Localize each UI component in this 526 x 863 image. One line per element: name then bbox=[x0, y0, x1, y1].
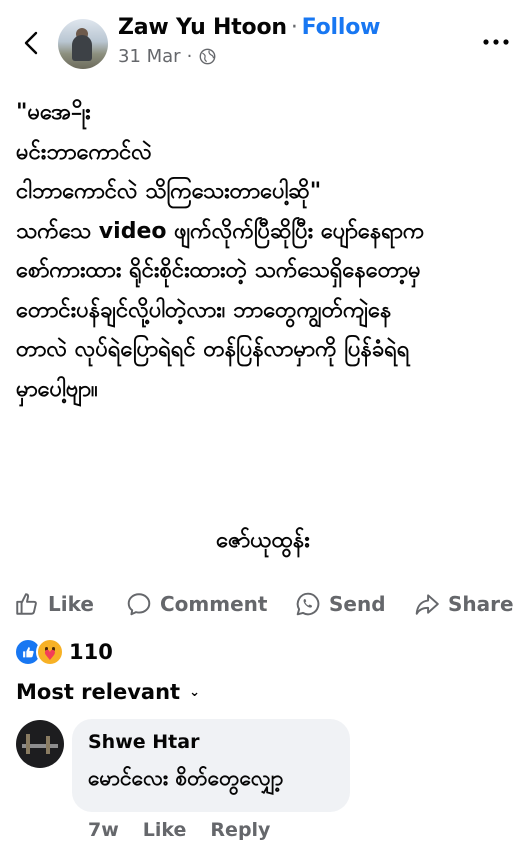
action-bar: Like Comment Send Share bbox=[0, 586, 526, 622]
post-signature: ဇော်ယုထွန်း bbox=[216, 528, 310, 553]
post-line: "မအေ-ိုး bbox=[16, 100, 91, 125]
comment-sort-dropdown[interactable]: Most relevant ⌄ bbox=[16, 680, 200, 704]
post-date[interactable]: 31 Mar bbox=[118, 46, 181, 67]
share-arrow-icon bbox=[415, 594, 439, 615]
separator-dot: · bbox=[290, 15, 298, 40]
back-button[interactable] bbox=[14, 26, 48, 60]
follow-button[interactable]: Follow bbox=[302, 15, 381, 40]
commenter-name[interactable]: Shwe Htar bbox=[88, 731, 199, 753]
sort-label: Most relevant bbox=[16, 680, 181, 704]
post-line: တောင်းပန်ချင်လို့ပါတဲ့လား၊ ဘာတွေကျွတ်ကျဲ… bbox=[16, 297, 392, 323]
share-label: Share bbox=[448, 592, 514, 616]
post-line: စော်ကားထား ရိုင်းစိုင်းထားတဲ့ သက်သေရှိနေ… bbox=[16, 258, 421, 283]
post-line: မှာပေါ့ဗျာ။ bbox=[16, 376, 98, 402]
reaction-count: 110 bbox=[69, 640, 113, 664]
chevron-down-icon: ⌄ bbox=[189, 684, 200, 700]
post-line: ငါဘာကောင်လဲ သိကြသေးတာပေါ့ဆို" bbox=[16, 179, 322, 204]
like-label: Like bbox=[48, 592, 94, 616]
commenter-avatar[interactable] bbox=[16, 720, 64, 768]
send-button[interactable]: Send bbox=[295, 586, 386, 622]
post-line: မင်းဘာကောင်လဲ bbox=[16, 139, 152, 165]
like-button[interactable]: Like bbox=[14, 586, 94, 622]
post-body: "မအေ-ိုး မင်းဘာကောင်လဲ ငါဘာကောင်လဲ သိကြသ… bbox=[16, 93, 516, 409]
post-header: Zaw Yu Htoon · Follow 31 Mar · bbox=[0, 0, 526, 90]
chevron-left-icon bbox=[24, 31, 38, 55]
share-button[interactable]: Share bbox=[414, 586, 514, 622]
comment-like-button[interactable]: Like bbox=[143, 819, 187, 841]
comment-time[interactable]: 7w bbox=[88, 819, 119, 841]
author-row: Zaw Yu Htoon · Follow bbox=[118, 15, 380, 40]
comment-label: Comment bbox=[160, 592, 268, 616]
post-meta: 31 Mar · bbox=[118, 46, 216, 67]
meta-separator: · bbox=[186, 46, 193, 67]
whatsapp-icon bbox=[296, 592, 320, 616]
globe-icon bbox=[199, 48, 216, 65]
thumbs-up-icon bbox=[16, 593, 37, 615]
post-line: တာလဲ လုပ်ရဲပြောရဲရင် တန်ပြန်လာမှာကို ပြန… bbox=[16, 337, 410, 362]
comment-meta: 7w Like Reply bbox=[88, 819, 294, 841]
comment-bubble: Shwe Htar မောင်လေး စိတ်တွေလျှော့ bbox=[72, 719, 350, 812]
more-horizontal-icon bbox=[483, 39, 509, 45]
comment-reply-button[interactable]: Reply bbox=[210, 819, 270, 841]
more-options-button[interactable] bbox=[482, 30, 510, 54]
author-avatar[interactable] bbox=[58, 19, 108, 69]
comment-icon bbox=[127, 593, 151, 616]
care-reaction-icon: ♥ bbox=[36, 638, 64, 666]
post-line: သက်သေ video ဖျက်လိုက်ပြီဆိုပြီး ပျော်နေရ… bbox=[16, 218, 425, 244]
comment-text: မောင်လေး စိတ်တွေလျှော့ bbox=[88, 766, 284, 790]
send-label: Send bbox=[329, 592, 386, 616]
author-name[interactable]: Zaw Yu Htoon bbox=[118, 15, 287, 40]
reactions-summary[interactable]: ♥ 110 bbox=[14, 638, 113, 666]
comment-button[interactable]: Comment bbox=[126, 586, 267, 622]
